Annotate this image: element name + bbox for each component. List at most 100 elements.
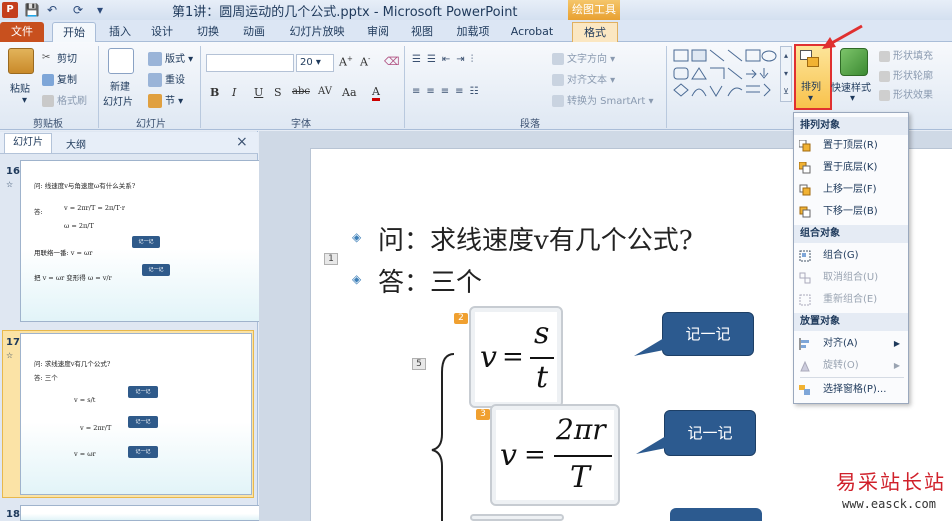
formula-box-partial[interactable] [470, 514, 564, 521]
animation-tag[interactable]: 5 [412, 358, 426, 370]
change-case-button[interactable]: Aa [342, 86, 357, 99]
send-to-back-icon [799, 162, 811, 174]
slide-number: 17 [6, 337, 20, 348]
layout-button[interactable]: 版式 ▾ [148, 50, 193, 66]
tab-format[interactable]: 格式 [572, 22, 618, 42]
font-name-combo[interactable] [206, 54, 294, 72]
callout-partial[interactable] [670, 508, 762, 521]
thumb-callout: 记一记 [128, 386, 158, 398]
slide-question-text[interactable]: 问：求线速度v有几个公式? [378, 220, 693, 257]
menu-send-backward[interactable]: 下移一层(B) [796, 202, 906, 222]
menu-bring-to-front[interactable]: 置于顶层(R) [796, 136, 906, 156]
left-brace-shape[interactable] [428, 350, 458, 521]
menu-label: 重新组合(E) [823, 294, 878, 305]
cut-button[interactable]: ✂ 剪切 [42, 50, 77, 66]
ungroup-icon [799, 272, 811, 284]
align-text-button[interactable]: 对齐文本 ▾ [552, 71, 615, 86]
formula-eq: = [502, 342, 524, 372]
menu-label: 取消组合(U) [823, 272, 879, 283]
shapes-gallery[interactable] [672, 46, 784, 104]
undo-icon[interactable]: ↶ [44, 2, 60, 18]
quick-styles-label[interactable]: 快速样式 [831, 79, 871, 94]
group-divider [200, 46, 201, 128]
quick-styles-icon[interactable] [840, 48, 868, 76]
reset-label: 重设 [165, 75, 185, 86]
equal-shape-icon [746, 85, 760, 93]
shape-outline-button[interactable]: 形状轮廓 [879, 67, 933, 82]
bold-button[interactable]: B [210, 86, 219, 99]
grow-font-button[interactable]: A+ [339, 55, 353, 69]
menu-bring-forward[interactable]: 上移一层(F) [796, 180, 906, 200]
shapes-gallery-scroll[interactable]: ▴ ▾ ⊻ [780, 46, 792, 102]
font-size-combo[interactable]: 20 ▾ [296, 54, 334, 72]
save-icon[interactable]: 💾 [24, 2, 40, 18]
section-button[interactable]: 节 ▾ [148, 92, 183, 108]
tab-outline-pane[interactable]: 大纲 [66, 136, 86, 151]
animation-tag[interactable]: 1 [324, 253, 338, 265]
underline-button[interactable]: U [254, 86, 263, 99]
alignment-buttons[interactable]: ≡≡≡≡☷ [412, 86, 484, 97]
new-slide-button[interactable] [108, 48, 134, 74]
menu-rotate[interactable]: 旋转(O) ▶ [796, 356, 906, 376]
animation-tag[interactable]: 3 [476, 409, 490, 420]
clipboard-group-label: 剪贴板 [33, 119, 63, 130]
formula-eq: = [524, 440, 546, 470]
copy-button[interactable]: 复制 [42, 71, 77, 86]
text-direction-button[interactable]: 文字方向 ▾ [552, 50, 615, 65]
thumb-line: 问: 求线速度v有几个公式? [34, 360, 111, 368]
close-pane-icon[interactable]: × [236, 134, 248, 150]
reset-button[interactable]: 重设 [148, 71, 185, 87]
strikethrough-button[interactable]: abc [292, 86, 310, 97]
font-color-button[interactable]: A [372, 86, 380, 101]
slide-number: 16 [6, 166, 20, 177]
pen-icon [879, 70, 890, 82]
char-spacing-button[interactable]: AV [318, 86, 332, 97]
curve-shape-icon [727, 87, 743, 97]
slide-thumbnail-18[interactable] [20, 505, 260, 521]
animation-tag[interactable]: 2 [454, 313, 468, 324]
menu-align[interactable]: 对齐(A) ▶ [796, 334, 906, 354]
format-painter-label: 格式刷 [57, 96, 87, 107]
tab-view[interactable]: 视图 [406, 22, 438, 42]
clear-formatting-button[interactable]: ⌫ [384, 55, 400, 68]
tab-design[interactable]: 设计 [146, 22, 178, 42]
menu-group[interactable]: 组合(G) [796, 246, 906, 266]
paste-dropdown-icon[interactable]: ▾ [22, 95, 27, 106]
menu-selection-pane[interactable]: 选择窗格(P)... [796, 380, 906, 400]
shrink-font-button[interactable]: A- [360, 55, 370, 69]
customize-qat-icon[interactable]: ▾ [92, 2, 108, 18]
convert-smartart-button[interactable]: 转换为 SmartArt ▾ [552, 92, 654, 107]
shape-fill-button[interactable]: 形状填充 [879, 47, 933, 62]
window-title: 第1讲：圆周运动的几个公式.pptx - Microsoft PowerPoin… [172, 5, 518, 20]
tab-add-ins[interactable]: 加载项 [452, 22, 494, 42]
new-slide-label-1: 新建 [110, 82, 130, 93]
bullets-numbering-buttons[interactable]: ☰☰⇤⇥⫶ [412, 54, 479, 65]
menu-regroup[interactable]: 重新组合(E) [796, 290, 906, 310]
tab-acrobat[interactable]: Acrobat [508, 22, 556, 42]
slide-answer-text[interactable]: 答：三个 [378, 262, 482, 299]
menu-send-to-back[interactable]: 置于底层(K) [796, 158, 906, 178]
redo-icon[interactable]: ⟳ [70, 2, 86, 18]
tab-file[interactable]: 文件 [0, 22, 44, 42]
formula-lhs: v [480, 340, 497, 375]
format-painter-button[interactable]: 格式刷 [42, 92, 87, 107]
callout-remember[interactable]: 记一记 [664, 410, 756, 456]
tab-transitions[interactable]: 切换 [192, 22, 224, 42]
tab-animations[interactable]: 动画 [238, 22, 270, 42]
tab-slides-pane[interactable]: 幻灯片 [4, 133, 52, 153]
tab-home[interactable]: 开始 [52, 22, 96, 43]
callout-remember[interactable]: 记一记 [662, 312, 754, 356]
formula-denominator: T [570, 460, 591, 495]
powerpoint-app-icon[interactable]: P [2, 2, 18, 18]
animation-marker-icon: ☆ [6, 351, 14, 360]
shape-effects-button[interactable]: 形状效果 [879, 86, 933, 101]
rectangle-shape-icon [745, 49, 761, 62]
menu-section-position: 放置对象 [794, 313, 908, 331]
shadow-button[interactable]: S [274, 86, 282, 99]
tab-review[interactable]: 审阅 [362, 22, 394, 42]
menu-ungroup[interactable]: 取消组合(U) [796, 268, 906, 288]
paste-button[interactable] [8, 48, 34, 74]
italic-button[interactable]: I [232, 86, 236, 99]
tab-insert[interactable]: 插入 [104, 22, 136, 42]
tab-slide-show[interactable]: 幻灯片放映 [284, 22, 350, 42]
